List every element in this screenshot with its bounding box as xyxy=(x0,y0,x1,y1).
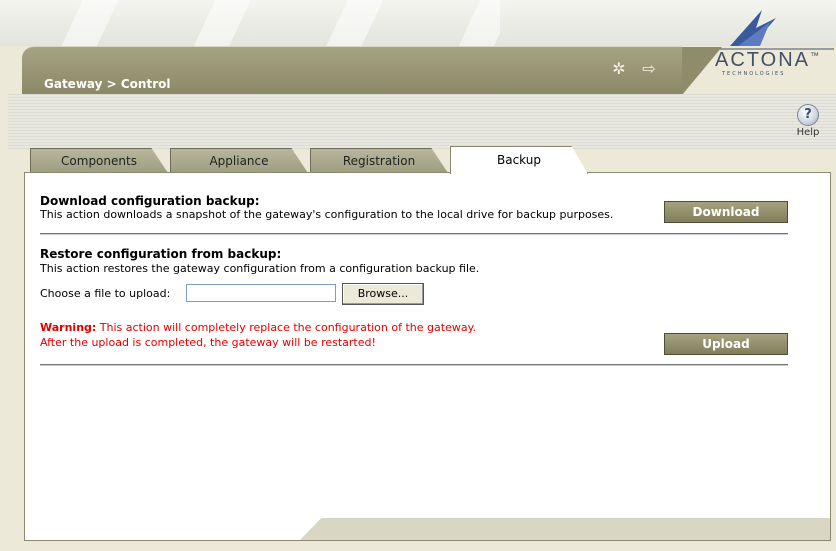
banner-decoration xyxy=(30,0,500,46)
warning-line-2: After the upload is completed, the gatew… xyxy=(40,336,376,349)
logo-subtext: TECHNOLOGIES xyxy=(722,71,786,77)
tab-appliance[interactable]: Appliance xyxy=(170,148,308,173)
section-divider xyxy=(40,364,788,366)
download-description: This action downloads a snapshot of the … xyxy=(40,208,614,221)
logout-icon[interactable]: ⇨ xyxy=(638,58,660,80)
upload-button[interactable]: Upload xyxy=(664,333,788,355)
download-section-title: Download configuration backup: xyxy=(40,194,260,208)
help-button[interactable]: ? Help xyxy=(788,104,828,138)
breadcrumb: Gateway > Control xyxy=(44,77,171,91)
magic-wand-icon[interactable]: ✲ xyxy=(608,58,630,80)
download-button[interactable]: Download xyxy=(664,201,788,223)
logo-text: ACTONA™ xyxy=(715,49,821,71)
warning-text: This action will completely replace the … xyxy=(99,321,477,334)
content-panel xyxy=(24,172,831,541)
restore-description: This action restores the gateway configu… xyxy=(40,262,480,275)
header-bar: Gateway > Control xyxy=(22,46,722,95)
help-icon: ? xyxy=(797,104,819,126)
warning-line-1: Warning: This action will completely rep… xyxy=(40,321,476,334)
tab-components[interactable]: Components xyxy=(30,148,168,173)
toolbar xyxy=(8,94,836,150)
help-label: Help xyxy=(796,127,820,138)
file-path-input[interactable] xyxy=(186,284,336,302)
tab-backup[interactable]: Backup xyxy=(450,146,588,174)
file-upload-label: Choose a file to upload: xyxy=(40,287,171,300)
panel-footer-decoration xyxy=(300,518,830,540)
warning-label: Warning: xyxy=(40,321,97,334)
section-divider xyxy=(40,233,788,235)
restore-section-title: Restore configuration from backup: xyxy=(40,247,282,261)
tab-registration[interactable]: Registration xyxy=(310,148,448,173)
browse-button[interactable]: Browse... xyxy=(342,283,424,305)
